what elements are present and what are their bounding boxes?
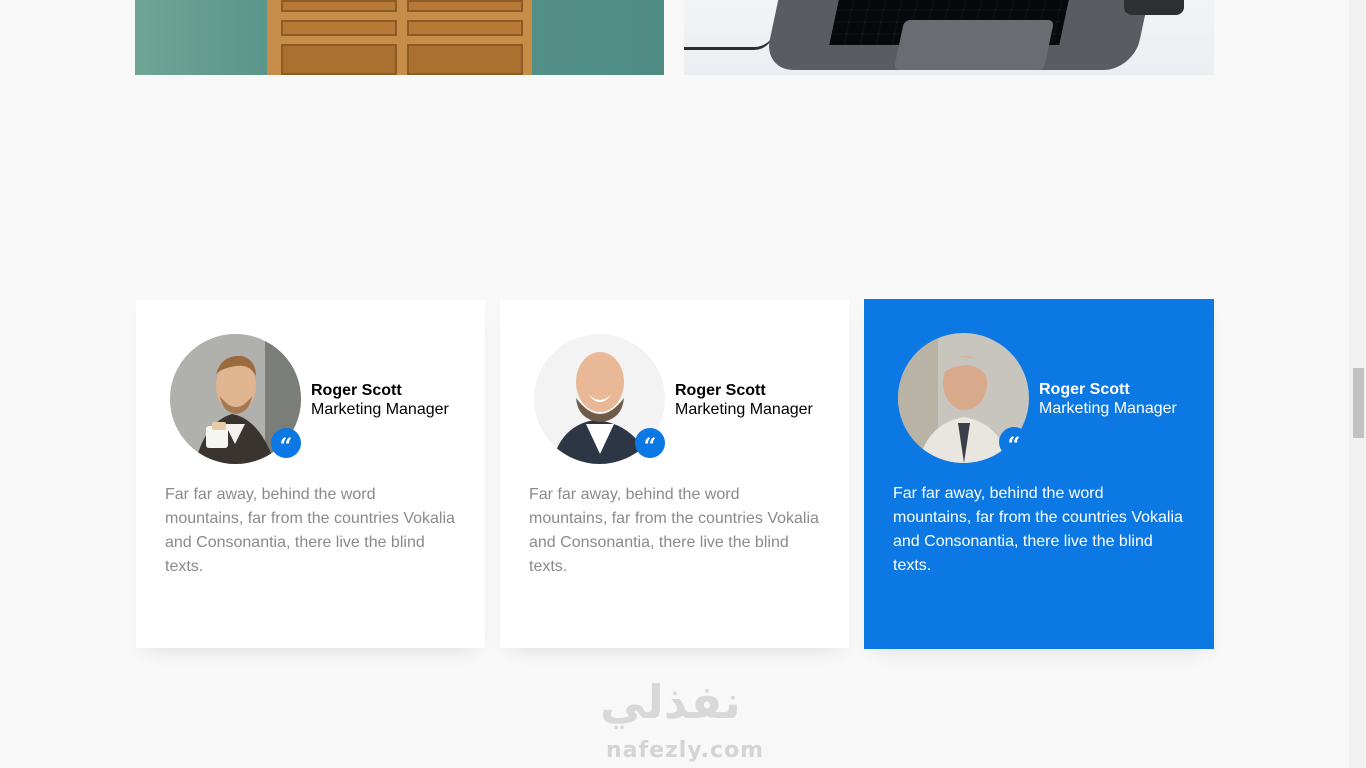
scrollbar-thumb[interactable]	[1353, 368, 1364, 438]
testimonial-text: Far far away, behind the word mountains,…	[165, 486, 455, 575]
watermark-arabic: نفذلي	[600, 675, 741, 729]
phone	[1124, 0, 1184, 15]
testimonial-card-3: “ Roger Scott Marketing Manager Far far …	[864, 299, 1214, 649]
drawer	[281, 20, 397, 36]
person-role: Marketing Manager	[675, 401, 813, 418]
person-name: Roger Scott	[675, 382, 766, 399]
testimonial-card-2: “ Roger Scott Marketing Manager Far far …	[500, 300, 849, 648]
testimonial-text: Far far away, behind the word mountains,…	[529, 486, 819, 575]
trackpad	[893, 20, 1055, 70]
page-scrollbar[interactable]	[1349, 0, 1366, 768]
quote-icon: “	[999, 427, 1029, 459]
office-drawers-image	[135, 0, 664, 75]
testimonial-card-1: “ Roger Scott Marketing Manager Far far …	[136, 300, 485, 648]
drawer	[407, 20, 523, 36]
person-name: Roger Scott	[1039, 381, 1130, 398]
testimonial-text: Far far away, behind the word mountains,…	[893, 485, 1183, 574]
cable	[684, 30, 774, 50]
laptop-image	[684, 0, 1214, 75]
drawer	[407, 0, 523, 12]
drawer	[407, 44, 523, 75]
person-name: Roger Scott	[311, 382, 402, 399]
drawer	[281, 44, 397, 75]
drawer	[281, 0, 397, 12]
quote-icon: “	[635, 428, 665, 460]
watermark-latin: nafezly.com	[606, 738, 765, 763]
quote-icon: “	[271, 428, 301, 460]
person-role: Marketing Manager	[311, 401, 449, 418]
person-role: Marketing Manager	[1039, 400, 1177, 417]
